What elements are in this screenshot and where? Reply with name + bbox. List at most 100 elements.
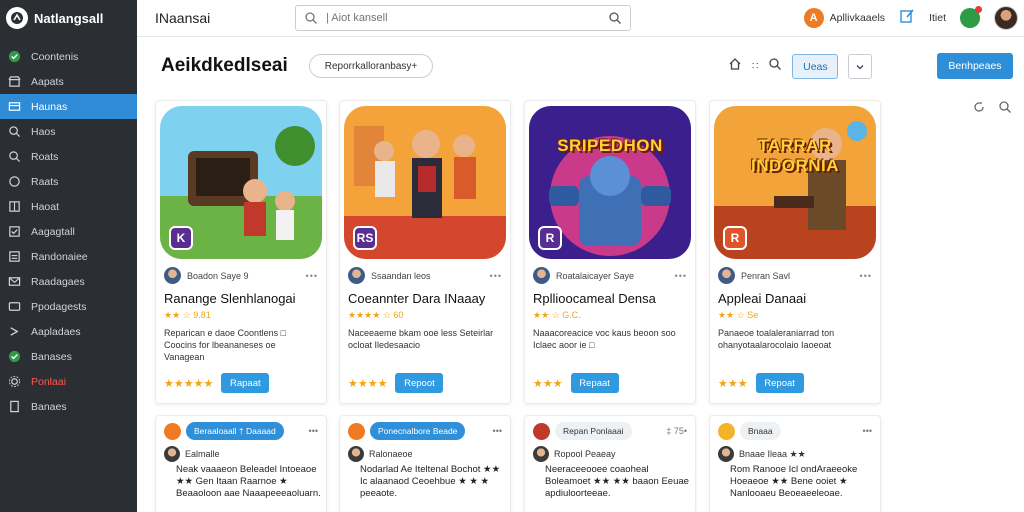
- more-icon[interactable]: •••: [306, 271, 318, 281]
- post-text: Neak vaaaeon Beleadel Intoeaoe ★★ Gen It…: [176, 464, 321, 499]
- view-button[interactable]: Ueas: [792, 54, 839, 79]
- card-action-button[interactable]: Repoot: [395, 373, 444, 393]
- home-icon[interactable]: [728, 57, 742, 76]
- sidebar-item-13[interactable]: Ponlaai: [0, 369, 137, 394]
- post-tag[interactable]: Bnaaa: [740, 422, 781, 440]
- edit-icon[interactable]: [899, 8, 915, 29]
- card-description: Naceeaeme bkam ooe less Seteirlar ocloat…: [348, 328, 494, 350]
- star-rating: ★★★★: [348, 377, 388, 390]
- post-card[interactable]: Repan Ponlaaai ‡ 75• Ropool Peaeay Neerac…: [524, 415, 696, 512]
- sidebar-item-12[interactable]: Banases: [0, 344, 137, 369]
- sidebar-item-10[interactable]: Ppodagests: [0, 294, 137, 319]
- sidebar-item-label: Ponlaai: [31, 375, 67, 388]
- app-card[interactable]: RS Ssaandan leos ••• Coeannter Dara INaaa…: [339, 100, 511, 404]
- sidebar-item-2[interactable]: Haunas: [0, 94, 137, 119]
- more-icon[interactable]: •••: [675, 271, 687, 281]
- sidebar-item-5[interactable]: Raats: [0, 169, 137, 194]
- post-tag[interactable]: Ponecnalbore Beade: [370, 422, 466, 440]
- refresh-icon[interactable]: [972, 100, 986, 114]
- card-action-button[interactable]: Rapaat: [221, 373, 270, 393]
- primary-action-button[interactable]: Benhpeaes: [937, 53, 1013, 79]
- sidebar-nav: Coontenis Aapats Haunas Haos Roats Raats…: [0, 44, 137, 419]
- top-link[interactable]: Itiet: [929, 12, 946, 24]
- search-icon: [305, 12, 317, 24]
- app-thumbnail[interactable]: SRIPEDHON R: [529, 106, 691, 259]
- card-description: Panaeoe toalaleraniarrad ton ohanyotaala…: [718, 328, 835, 350]
- sidebar-item-1[interactable]: Aapats: [0, 69, 137, 94]
- card-meta: Roatalaicayer Saye •••: [533, 267, 687, 284]
- publisher-avatar: [348, 267, 365, 284]
- post-tag[interactable]: Repan Ponlaaai: [555, 422, 632, 440]
- card-action-button[interactable]: Repaat: [570, 373, 619, 393]
- app-menu[interactable]: A Apllivkaaels: [803, 8, 885, 28]
- post-author: Bnaae Ileaa ★★: [718, 446, 806, 462]
- search-input[interactable]: [326, 12, 600, 24]
- sidebar-item-6[interactable]: Haoat: [0, 194, 137, 219]
- sidebar-item-8[interactable]: Randonaiee: [0, 244, 137, 269]
- card-action-button[interactable]: Repoat: [755, 373, 804, 393]
- filter-chip[interactable]: Reporrkalloranbasy+: [309, 54, 433, 78]
- sidebar-item-label: Aagagtall: [31, 225, 75, 238]
- more-icon[interactable]: •••: [860, 271, 872, 281]
- app-card[interactable]: K Boadon Saye 9 ••• Ranange Slenhlanogai …: [155, 100, 327, 404]
- publisher-avatar: [164, 267, 181, 284]
- card-description: Reparican e daoe Coontlens □ Coocins for…: [164, 328, 287, 362]
- sidebar-item-11[interactable]: Aapladaes: [0, 319, 137, 344]
- app-thumbnail[interactable]: RS: [344, 106, 506, 259]
- sidebar-item-label: Haoat: [31, 200, 60, 213]
- post-header: Beraaloaall † Daaaad •••: [164, 422, 318, 440]
- sidebar-item-4[interactable]: Roats: [0, 144, 137, 169]
- sidebar-item-7[interactable]: Aagagtall: [0, 219, 137, 244]
- app-card[interactable]: TARRAR INDORNIA R Penran Savl ••• Appleai…: [709, 100, 881, 404]
- list-icon: [7, 250, 21, 264]
- author-name: Ralonaeoe: [369, 449, 413, 459]
- chevron-down-icon[interactable]: [848, 54, 873, 79]
- star-rating: ★★★★★: [164, 377, 214, 390]
- card-rating: ★★★★ ☆ 60: [348, 310, 404, 320]
- sidebar-item-9[interactable]: Raadagaes: [0, 269, 137, 294]
- brand[interactable]: Natlangsall: [0, 0, 137, 36]
- search-box[interactable]: [295, 5, 631, 31]
- app-thumbnail[interactable]: K: [160, 106, 322, 259]
- post-card[interactable]: Beraaloaall † Daaaad ••• Ealmalle Neak va…: [155, 415, 327, 512]
- more-icon[interactable]: •••: [309, 426, 318, 436]
- side-tools: [972, 100, 1012, 114]
- card-rating: ★★ ☆ 9.81: [164, 310, 211, 320]
- app-thumbnail[interactable]: TARRAR INDORNIA R: [714, 106, 876, 259]
- circle-icon: [7, 175, 21, 189]
- mail-icon: [7, 275, 21, 289]
- sidebar-item-14[interactable]: Banaes: [0, 394, 137, 419]
- sidebar-item-label: Haunas: [31, 100, 68, 113]
- post-card[interactable]: Ponecnalbore Beade ••• Ralonaeoe Nodarlad…: [339, 415, 511, 512]
- avatar[interactable]: [994, 6, 1018, 30]
- publisher-name: Boadon Saye 9: [187, 270, 249, 281]
- post-tag[interactable]: Beraaloaall † Daaaad: [186, 422, 284, 440]
- post-card[interactable]: Bnaaa ••• Bnaae Ileaa ★★ Rom Ranooe Icl o…: [709, 415, 881, 512]
- post-author: Ralonaeoe: [348, 446, 413, 462]
- post-app-icon: [348, 422, 365, 440]
- card-meta: Ssaandan leos •••: [348, 267, 502, 284]
- app-logo-icon: A: [803, 8, 824, 28]
- card-footer: ★★★ Repaat: [533, 373, 619, 393]
- search-icon[interactable]: [768, 57, 782, 76]
- notification-icon[interactable]: [960, 6, 982, 28]
- app-badge: R: [538, 226, 562, 250]
- more-icon[interactable]: ‡ 75•: [666, 426, 687, 436]
- search-submit-icon[interactable]: [608, 11, 622, 25]
- search-icon[interactable]: [998, 100, 1012, 114]
- brand-name: Natlangsall: [34, 10, 104, 26]
- more-icon[interactable]: •••: [490, 271, 502, 281]
- search-icon: [7, 125, 21, 139]
- author-name: Ropool Peaeay: [554, 449, 616, 459]
- toolbar-dots[interactable]: ∷: [752, 61, 758, 72]
- more-icon[interactable]: •••: [493, 426, 502, 436]
- app-card[interactable]: SRIPEDHON R Roatalaicayer Saye ••• Rpllio…: [524, 100, 696, 404]
- publisher-name: Ssaandan leos: [371, 270, 431, 281]
- grid-icon: [7, 200, 21, 214]
- post-app-icon: [533, 422, 550, 440]
- sidebar-item-0[interactable]: Coontenis: [0, 44, 137, 69]
- sidebar-item-3[interactable]: Haos: [0, 119, 137, 144]
- more-icon[interactable]: •••: [863, 426, 872, 436]
- author-name: Bnaae Ileaa ★★: [739, 448, 806, 459]
- sidebar-item-label: Aapats: [31, 75, 64, 88]
